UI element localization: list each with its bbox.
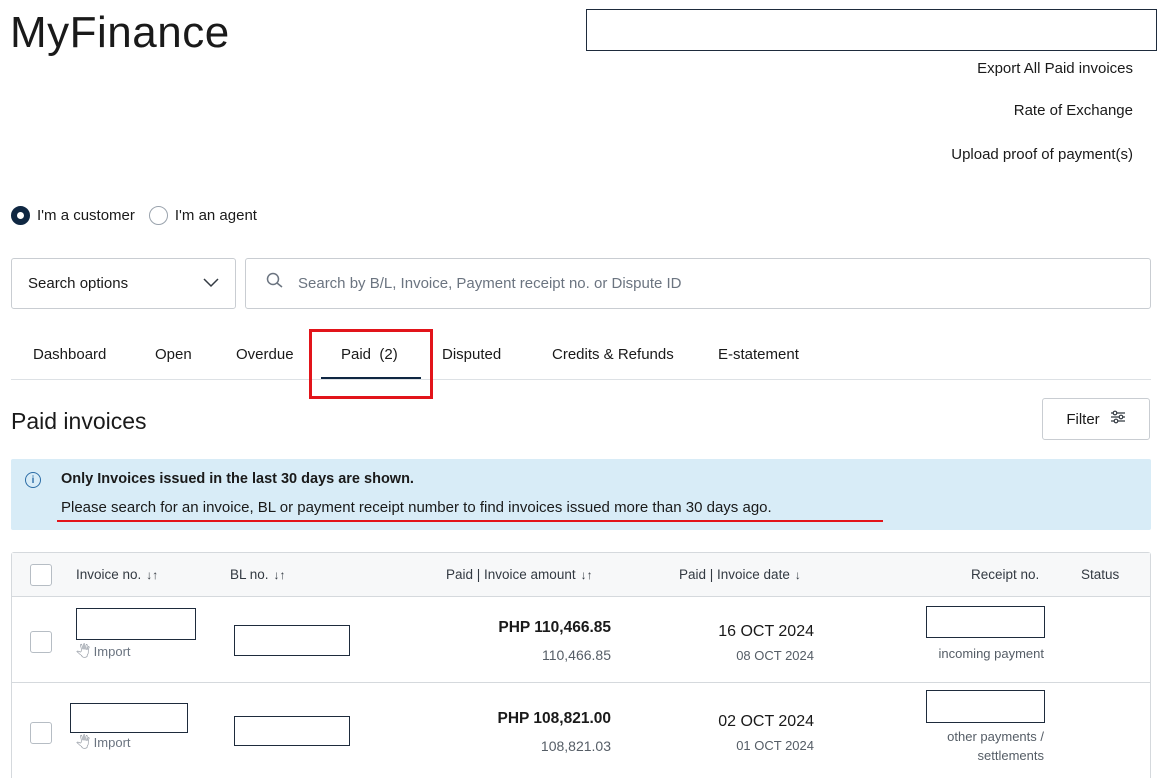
paid-amount: PHP 110,466.85 (498, 619, 611, 636)
agent-radio-label: I'm an agent (174, 207, 257, 224)
invoice-type-label: Import (93, 644, 131, 659)
invoices-table: Invoice no. ↓↑ BL no. ↓↑ Paid | Invoice am… (11, 552, 1151, 778)
column-amount[interactable]: Paid | Invoice amount ↓↑ (446, 567, 593, 582)
column-amount-label: Paid | Invoice amount (446, 567, 576, 582)
column-bl-no-label: BL no. (230, 567, 269, 582)
info-banner: i Only Invoices issued in the last 30 da… (11, 459, 1151, 530)
column-date[interactable]: Paid | Invoice date ↓ (679, 567, 801, 582)
agent-radio[interactable] (148, 206, 168, 225)
bl-number-redacted[interactable] (234, 716, 350, 746)
tab-open[interactable]: Open (155, 346, 192, 363)
receipt-note: other payments / settlements (947, 729, 1044, 763)
role-customer-option[interactable]: I'm a customer (11, 206, 135, 225)
sort-icon: ↓↑ (273, 568, 286, 582)
bl-number-redacted[interactable] (234, 625, 350, 656)
invoice-amount: 110,466.85 (541, 647, 611, 663)
receipt-note: incoming payment (938, 646, 1045, 661)
annotation-highlight-box (309, 329, 433, 399)
row-checkbox[interactable] (30, 722, 52, 744)
role-selector: I'm a customer I'm an agent (11, 206, 271, 225)
filter-button-label: Filter (1066, 410, 1100, 428)
table-header: Invoice no. ↓↑ BL no. ↓↑ Paid | Invoice am… (12, 553, 1150, 597)
column-date-label: Paid | Invoice date (679, 567, 790, 582)
info-icon: i (25, 472, 41, 488)
search-options-dropdown[interactable]: Search options (11, 258, 236, 309)
paid-date: 02 OCT 2024 (718, 713, 814, 730)
banner-title: Only Invoices issued in the last 30 days… (61, 471, 414, 487)
invoice-type: 🖑 Import (76, 734, 131, 756)
customer-radio[interactable] (11, 206, 30, 225)
row-checkbox[interactable] (30, 631, 52, 653)
sort-icon: ↓↑ (146, 568, 159, 582)
receipt-number-redacted[interactable] (926, 690, 1045, 723)
banner-text: Please search for an invoice, BL or paym… (61, 499, 772, 516)
tab-e-statement[interactable]: E-statement (718, 346, 799, 363)
invoice-date: 01 OCT 2024 (736, 738, 814, 753)
column-receipt-no[interactable]: Receipt no. (971, 567, 1039, 582)
tab-overdue[interactable]: Overdue (236, 346, 294, 363)
column-status[interactable]: Status (1081, 567, 1119, 582)
export-paid-invoices-link[interactable]: Export All Paid invoices (977, 60, 1133, 77)
invoice-number-redacted[interactable] (70, 703, 188, 733)
search-options-label: Search options (28, 275, 129, 292)
invoice-type: 🖑 Import (76, 643, 131, 665)
paid-date: 16 OCT 2024 (718, 623, 814, 640)
search-icon (266, 272, 284, 295)
column-invoice-no-label: Invoice no. (76, 567, 142, 582)
section-title: Paid invoices (11, 408, 147, 434)
import-icon: 🖑 (76, 644, 91, 659)
header-redacted-field (586, 9, 1157, 51)
table-row[interactable]: 🖑 Import PHP 108,821.00 108,821.03 02 OC… (12, 683, 1150, 779)
column-invoice-no[interactable]: Invoice no. ↓↑ (76, 567, 158, 582)
sort-icon: ↓↑ (580, 568, 593, 582)
annotation-underline (57, 520, 883, 522)
sliders-icon (1110, 410, 1126, 428)
filter-button[interactable]: Filter (1042, 398, 1150, 440)
column-bl-no[interactable]: BL no. ↓↑ (230, 567, 286, 582)
customer-radio-label: I'm a customer (37, 207, 135, 224)
receipt-number-redacted[interactable] (926, 606, 1045, 638)
chevron-down-icon (203, 275, 219, 292)
select-all-checkbox[interactable] (30, 564, 52, 586)
app-title: MyFinance (10, 8, 230, 57)
tabs-divider (11, 379, 1151, 380)
search-bar[interactable] (245, 258, 1151, 309)
tab-dashboard[interactable]: Dashboard (33, 346, 106, 363)
invoice-type-label: Import (93, 735, 131, 750)
paid-amount: PHP 108,821.00 (497, 710, 611, 727)
tab-disputed[interactable]: Disputed (442, 346, 501, 363)
table-row[interactable]: 🖑 Import PHP 110,466.85 110,466.85 16 OC… (12, 598, 1150, 682)
sort-desc-icon: ↓ (794, 568, 801, 582)
invoice-number-redacted[interactable] (76, 608, 196, 640)
role-agent-option[interactable]: I'm an agent (148, 206, 257, 225)
tab-credits-refunds[interactable]: Credits & Refunds (552, 346, 674, 363)
import-icon: 🖑 (76, 735, 91, 750)
invoice-amount: 108,821.03 (540, 738, 611, 754)
rate-of-exchange-link[interactable]: Rate of Exchange (1014, 102, 1133, 119)
upload-proof-link[interactable]: Upload proof of payment(s) (951, 146, 1133, 163)
search-input[interactable] (296, 274, 1150, 293)
invoice-date: 08 OCT 2024 (736, 648, 814, 663)
